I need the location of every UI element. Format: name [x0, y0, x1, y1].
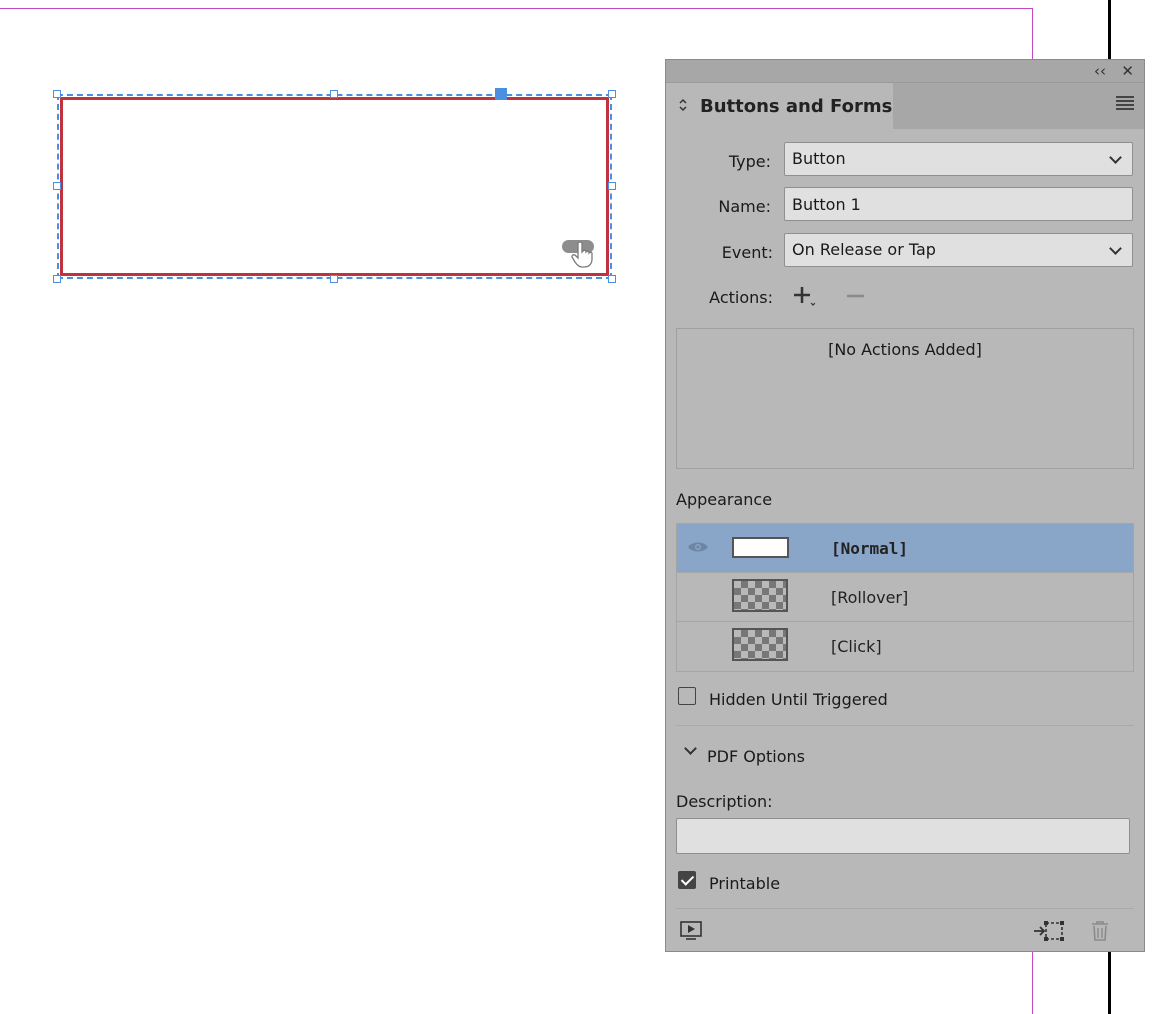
- description-input[interactable]: [676, 818, 1130, 854]
- remove-action-icon[interactable]: [846, 286, 866, 310]
- resize-handle[interactable]: [53, 275, 61, 283]
- appearance-state-click[interactable]: [Click]: [677, 622, 1133, 671]
- button-object[interactable]: [60, 97, 609, 276]
- tab-collapse-arrows-icon[interactable]: [678, 98, 700, 115]
- type-label: Type:: [728, 152, 771, 171]
- resize-handle[interactable]: [330, 90, 338, 98]
- appearance-state-rollover[interactable]: [Rollover]: [677, 573, 1133, 622]
- printable-label: Printable: [709, 874, 781, 893]
- trash-icon[interactable]: [1090, 920, 1110, 946]
- add-action-icon[interactable]: [793, 286, 816, 312]
- actions-label: Actions:: [709, 288, 773, 307]
- panel-titlebar[interactable]: ‹‹ ✕: [666, 60, 1144, 83]
- page-edge: [1108, 950, 1111, 1014]
- state-label: [Rollover]: [831, 588, 909, 607]
- panel-menu-icon[interactable]: [1116, 96, 1134, 112]
- resize-handle[interactable]: [608, 182, 616, 190]
- pdf-options-toggle[interactable]: PDF Options: [707, 747, 805, 766]
- tab-buttons-and-forms[interactable]: Buttons and Forms: [666, 83, 893, 129]
- appearance-label: Appearance: [676, 490, 773, 509]
- close-panel-icon[interactable]: ✕: [1121, 62, 1134, 80]
- state-label: [Click]: [831, 637, 882, 656]
- page-margin-guide-top: [0, 8, 1033, 9]
- state-thumbnail: [732, 537, 789, 558]
- no-actions-text: [No Actions Added]: [828, 340, 982, 359]
- name-input[interactable]: [784, 187, 1133, 221]
- appearance-state-normal[interactable]: [Normal]: [677, 524, 1133, 573]
- event-dropdown[interactable]: On Release or Tap: [784, 233, 1133, 267]
- state-thumbnail: [732, 628, 788, 661]
- resize-handle[interactable]: [608, 275, 616, 283]
- content-grabber-handle[interactable]: [495, 88, 507, 100]
- buttons-and-forms-panel: ‹‹ ✕ Buttons and Forms Type: Button Name…: [665, 59, 1145, 952]
- button-hand-badge-icon: [561, 238, 597, 274]
- eye-icon[interactable]: [687, 539, 709, 558]
- hidden-until-triggered-label: Hidden Until Triggered: [709, 690, 888, 709]
- resize-handle[interactable]: [608, 90, 616, 98]
- resize-handle[interactable]: [330, 275, 338, 283]
- actions-list[interactable]: [No Actions Added]: [676, 328, 1134, 469]
- resize-handle[interactable]: [53, 90, 61, 98]
- name-label: Name:: [718, 197, 771, 216]
- panel-title: Buttons and Forms: [700, 95, 893, 117]
- page-edge: [1108, 0, 1111, 60]
- state-label: [Normal]: [831, 539, 909, 558]
- resize-handle[interactable]: [53, 182, 61, 190]
- divider: [676, 908, 1134, 909]
- convert-to-button-icon[interactable]: [1033, 920, 1065, 946]
- type-dropdown[interactable]: Button: [784, 142, 1133, 176]
- event-label: Event:: [721, 243, 773, 262]
- appearance-states-list: [Normal] [Rollover] [Click]: [676, 523, 1134, 672]
- state-thumbnail: [732, 579, 788, 612]
- description-label: Description:: [676, 792, 773, 811]
- collapse-panel-icon[interactable]: ‹‹: [1094, 62, 1106, 80]
- printable-checkbox[interactable]: [678, 871, 696, 889]
- chevron-down-icon[interactable]: [684, 742, 697, 755]
- divider: [676, 725, 1134, 726]
- preview-icon[interactable]: [680, 921, 702, 945]
- panel-tab-strip: Buttons and Forms: [666, 83, 1144, 129]
- hidden-until-triggered-checkbox[interactable]: [678, 687, 696, 705]
